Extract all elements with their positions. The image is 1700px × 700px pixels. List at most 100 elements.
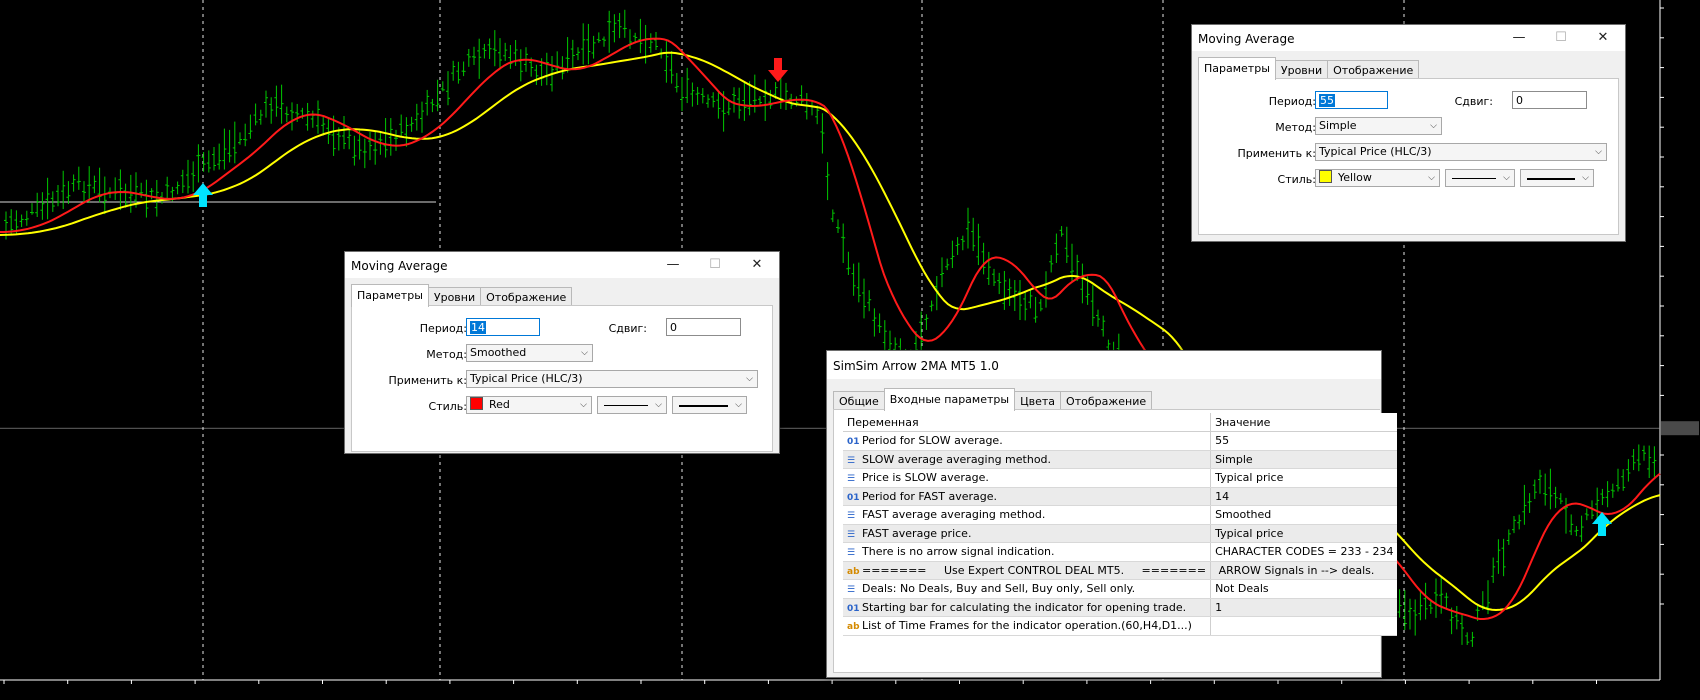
value-cell[interactable]: Typical price [1210,468,1398,488]
variable-cell[interactable]: ☰ Deals: No Deals, Buy and Sell, Buy only… [843,579,1211,599]
dialog-titlebar[interactable]: SimSim Arrow 2MA MT5 1.0 [827,351,1381,379]
table-row[interactable]: 01 Starting bar for calculating the indic… [843,598,1398,617]
tab-inputs[interactable]: Входные параметры [883,388,1016,411]
line-width-sample [1527,178,1575,180]
minimize-icon[interactable]: — [653,254,693,276]
table-row[interactable]: ☰ FAST average price. Typical price [843,524,1398,543]
tab-display[interactable]: Отображение [480,287,573,307]
column-header-variable[interactable]: Переменная [843,413,1211,432]
color-select[interactable]: Yellow ⌵ [1315,169,1440,187]
maximize-icon[interactable]: ☐ [695,254,735,276]
maximize-icon[interactable]: ☐ [1541,27,1581,49]
line-style-select[interactable]: ⌵ [1445,169,1515,187]
value-cell[interactable]: 14 [1210,487,1398,506]
apply-select[interactable]: Typical Price (HLC/3) ⌵ [1315,143,1607,161]
close-icon[interactable]: ✕ [1583,27,1623,49]
variable-cell[interactable]: ab ======= Use Expert CONTROL DEAL MT5. =… [843,561,1211,580]
tab-levels[interactable]: Уровни [427,287,482,307]
tab-levels[interactable]: Уровни [1274,60,1329,80]
variable-cell[interactable]: ☰ FAST average averaging method. [843,505,1211,525]
value-cell[interactable]: Not Deals [1210,579,1398,599]
line-width-select[interactable]: ⌵ [672,396,747,414]
table-row[interactable]: ab ======= Use Expert CONTROL DEAL MT5. =… [843,561,1398,580]
enum-param-icon: ☰ [847,548,856,559]
variable-name: List of Time Frames for the indicator op… [862,619,1192,633]
variable-name: Price is SLOW average. [862,471,989,485]
close-icon[interactable]: ✕ [737,254,777,276]
variable-cell[interactable]: 01 Starting bar for calculating the indic… [843,598,1211,617]
enum-param-icon: ☰ [847,511,856,522]
variable-name: FAST average price. [862,526,972,540]
string-param-icon: ab [847,566,860,577]
method-label: Метод: [1275,121,1316,134]
value-cell[interactable]: ARROW Signals in --> deals. [1210,561,1398,580]
color-swatch [1319,170,1332,183]
table-row[interactable]: ☰ Deals: No Deals, Buy and Sell, Buy only… [843,579,1398,599]
chevron-down-icon: ⌵ [580,400,587,410]
inputs-table: Переменная Значение 01 Period for SLOW av… [843,413,1398,636]
period-input[interactable]: 14 [466,318,540,336]
expert-inputs-dialog[interactable]: SimSim Arrow 2MA MT5 1.0 Общие Входные п… [826,350,1398,678]
style-label: Стиль: [1277,173,1316,186]
number-param-icon: 01 [847,492,860,503]
number-param-icon: 01 [847,603,860,614]
table-row[interactable]: ☰ Price is SLOW average. Typical price [843,468,1398,488]
variable-name: There is no arrow signal indication. [862,545,1055,559]
tab-parameters[interactable]: Параметры [351,284,429,307]
dialog-title: Moving Average [351,259,448,273]
variable-cell[interactable]: ☰ Price is SLOW average. [843,468,1211,488]
period-input[interactable]: 55 [1315,91,1388,109]
tab-common[interactable]: Общие [833,391,885,411]
chevron-down-icon: ⌵ [1428,173,1435,183]
enum-param-icon: ☰ [847,529,856,540]
line-width-select[interactable]: ⌵ [1520,169,1594,187]
value-cell[interactable] [1210,616,1398,636]
variable-cell[interactable]: ☰ SLOW average averaging method. [843,450,1211,469]
value-cell[interactable]: 1 [1210,598,1398,617]
shift-label: Сдвиг: [1454,95,1493,108]
tab-colors[interactable]: Цвета [1014,391,1062,411]
value-cell[interactable]: Simple [1210,450,1398,469]
tab-parameters[interactable]: Параметры [1198,57,1276,80]
method-select[interactable]: Simple ⌵ [1315,117,1442,135]
moving-average-dialog-slow[interactable]: Moving Average — ☐ ✕ Параметры Уровни От… [1191,24,1626,242]
variable-cell[interactable]: ab List of Time Frames for the indicator … [843,616,1211,636]
line-style-select[interactable]: ⌵ [597,396,667,414]
table-row[interactable]: ab List of Time Frames for the indicator … [843,616,1398,636]
dialog-titlebar[interactable]: Moving Average — ☐ ✕ [1192,25,1625,51]
dialog-titlebar[interactable]: Moving Average — ☐ ✕ [345,252,779,278]
variable-name: Period for SLOW average. [862,434,1003,448]
variable-cell[interactable]: 01 Period for SLOW average. [843,431,1211,451]
tab-display[interactable]: Отображение [1060,391,1153,411]
shift-input[interactable]: 0 [1512,91,1587,109]
variable-cell[interactable]: ☰ There is no arrow signal indication. [843,542,1211,562]
enum-param-icon: ☰ [847,474,856,485]
minimize-icon[interactable]: — [1499,27,1539,49]
table-row[interactable]: ☰ There is no arrow signal indication. CHA… [843,542,1398,562]
value-cell[interactable]: Typical price [1210,524,1398,543]
enum-param-icon: ☰ [847,585,856,596]
apply-label: Применить к: [388,374,467,387]
value-cell[interactable]: CHARACTER CODES = 233 - 234 [1210,542,1398,562]
table-row[interactable]: ☰ SLOW average averaging method. Simple [843,450,1398,469]
table-row[interactable]: 01 Period for FAST average. 14 [843,487,1398,506]
column-header-value[interactable]: Значение [1210,413,1398,432]
tab-display[interactable]: Отображение [1327,60,1420,80]
table-row[interactable]: ☰ FAST average averaging method. Smoothed [843,505,1398,525]
chevron-down-icon: ⌵ [1430,121,1437,131]
moving-average-dialog-fast[interactable]: Moving Average — ☐ ✕ Параметры Уровни От… [344,251,780,454]
value-cell[interactable]: 55 [1210,431,1398,451]
shift-input[interactable]: 0 [666,318,741,336]
variable-cell[interactable]: 01 Period for FAST average. [843,487,1211,506]
value-cell[interactable]: Smoothed [1210,505,1398,525]
period-label: Период: [1268,95,1316,108]
color-select[interactable]: Red ⌵ [466,396,592,414]
apply-select[interactable]: Typical Price (HLC/3) ⌵ [466,370,758,388]
shift-label: Сдвиг: [608,322,647,335]
chevron-down-icon: ⌵ [581,348,588,358]
buy-arrow-icon [1592,512,1612,536]
variable-cell[interactable]: ☰ FAST average price. [843,524,1211,543]
parameters-panel: Период: 14 Сдвиг: 0 Метод: Smoothed ⌵ При… [351,305,773,452]
table-row[interactable]: 01 Period for SLOW average. 55 [843,431,1398,451]
method-select[interactable]: Smoothed ⌵ [466,344,593,362]
